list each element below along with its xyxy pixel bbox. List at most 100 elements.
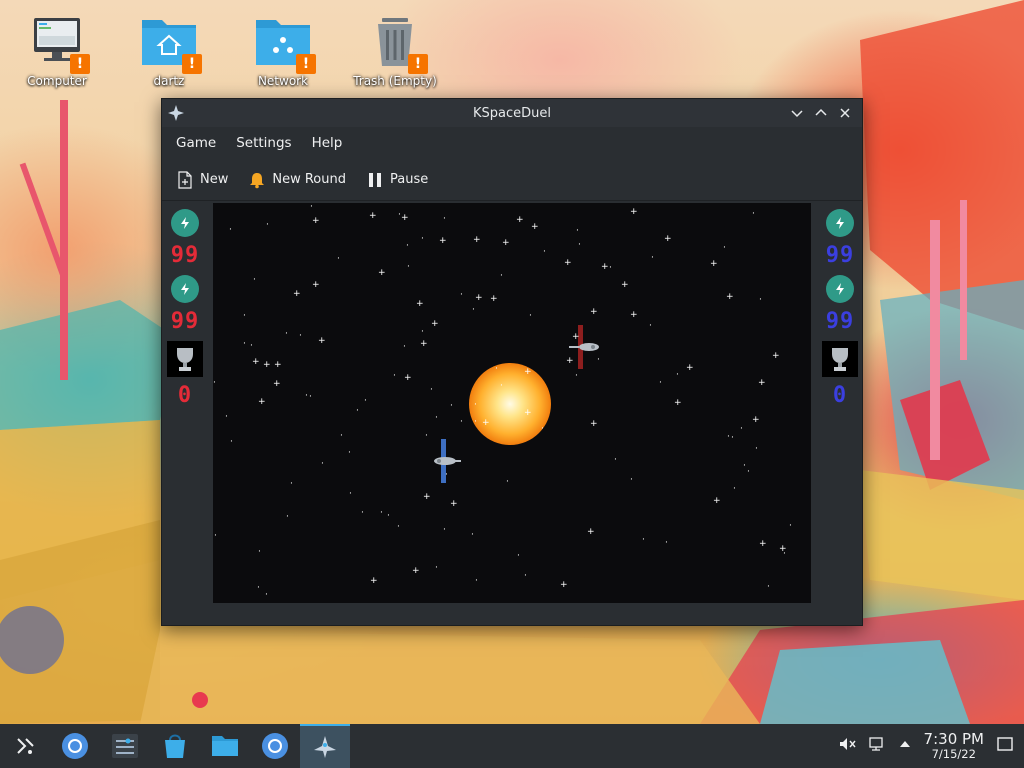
warning-badge: ! [70, 54, 90, 74]
star: · [659, 378, 662, 388]
star: + [318, 336, 326, 346]
star: · [348, 448, 351, 458]
taskbar-file-manager[interactable] [200, 724, 250, 768]
blue-energy-2: 99 [825, 309, 855, 334]
maximize-button[interactable] [810, 102, 832, 124]
tray-expand-icon[interactable] [898, 737, 912, 755]
desktop-icon-computer[interactable]: ! Computer [12, 12, 102, 88]
new-round-button[interactable]: New Round [248, 171, 346, 189]
star: · [309, 392, 312, 402]
star: + [621, 280, 629, 290]
taskbar-kspaceduel[interactable] [300, 724, 350, 768]
star: + [516, 215, 524, 225]
star: + [630, 310, 638, 320]
system-settings-icon [112, 734, 138, 758]
star: + [531, 222, 539, 232]
star: · [474, 400, 477, 410]
star: · [460, 417, 463, 427]
star: + [412, 566, 420, 576]
clock-date: 7/15/22 [931, 746, 976, 761]
network-folder-icon: ! [252, 12, 316, 74]
chevron-down-icon [791, 110, 803, 118]
desktop-icon-label: Network [257, 74, 309, 88]
star: + [431, 319, 439, 329]
file-manager-icon [212, 736, 238, 756]
browser-icon [62, 733, 88, 759]
desktop-icon-trash[interactable]: ! Trash (Empty) [350, 12, 440, 88]
star: · [435, 563, 438, 573]
star: · [543, 247, 546, 257]
star: · [253, 275, 256, 285]
star: · [445, 470, 448, 480]
star: · [421, 327, 424, 337]
space-field[interactable]: · · · · + · · · · · + + · + · + + + · · + · · · · + + · · + · · · · + · + + · +… [213, 203, 811, 603]
warning-badge: ! [182, 54, 202, 74]
desktop-icon-label: Trash (Empty) [353, 74, 437, 88]
star: · [361, 508, 364, 518]
star: · [743, 461, 746, 471]
star: + [772, 351, 780, 361]
star: + [587, 527, 595, 537]
star: · [380, 508, 383, 518]
star: · [407, 262, 410, 272]
star: · [349, 489, 352, 499]
digital-clock[interactable]: 7:30 PM 7/15/22 [924, 731, 984, 760]
network-status-icon[interactable] [868, 735, 886, 757]
star: + [710, 259, 718, 269]
star: · [430, 385, 433, 395]
clock-time: 7:30 PM [923, 730, 984, 749]
menu-settings[interactable]: Settings [226, 135, 301, 151]
star: + [560, 580, 568, 590]
star: · [450, 401, 453, 411]
browser-icon [262, 733, 288, 759]
pause-button[interactable]: Pause [366, 171, 428, 189]
star: · [460, 290, 463, 300]
close-icon [840, 108, 850, 118]
star: · [250, 341, 253, 351]
desktop-icon-network[interactable]: ! Network [238, 12, 328, 88]
trash-icon: ! [364, 12, 428, 74]
window-titlebar[interactable]: KSpaceDuel [162, 99, 862, 127]
energy-icon [171, 275, 199, 303]
star: · [305, 391, 308, 401]
star: · [337, 254, 340, 264]
star: · [258, 547, 261, 557]
close-button[interactable] [834, 102, 856, 124]
taskbar-system-settings[interactable] [100, 724, 150, 768]
taskbar-browser-2[interactable] [250, 724, 300, 768]
store-icon [165, 734, 185, 758]
energy-icon [171, 209, 199, 237]
star: + [758, 378, 766, 388]
warning-badge: ! [408, 54, 428, 74]
star: + [475, 293, 483, 303]
star: + [502, 238, 510, 248]
star: + [630, 207, 638, 217]
show-desktop-icon[interactable] [996, 735, 1014, 757]
star: · [471, 530, 474, 540]
star: + [401, 213, 409, 223]
star: · [356, 406, 359, 416]
star: · [406, 241, 409, 251]
taskbar-browser-1[interactable] [50, 724, 100, 768]
new-button[interactable]: New [176, 170, 228, 189]
warning-badge: ! [296, 54, 316, 74]
star: + [378, 268, 386, 278]
star: · [243, 339, 246, 349]
taskbar-store[interactable] [150, 724, 200, 768]
menu-game[interactable]: Game [166, 135, 226, 151]
star: · [676, 370, 679, 380]
star: · [393, 371, 396, 381]
blue-player-panel: 99 99 0 [821, 209, 859, 415]
pause-label: Pause [389, 172, 429, 187]
desktop-icon-home[interactable]: ! dartz [124, 12, 214, 88]
menu-help[interactable]: Help [302, 135, 353, 151]
star: · [789, 521, 792, 531]
star: + [726, 292, 734, 302]
star: · [576, 226, 579, 236]
minimize-button[interactable] [786, 102, 808, 124]
volume-muted-icon[interactable] [838, 735, 856, 757]
application-launcher-button[interactable] [0, 724, 50, 768]
star: + [490, 294, 498, 304]
star: · [425, 431, 428, 441]
star: + [450, 499, 458, 509]
